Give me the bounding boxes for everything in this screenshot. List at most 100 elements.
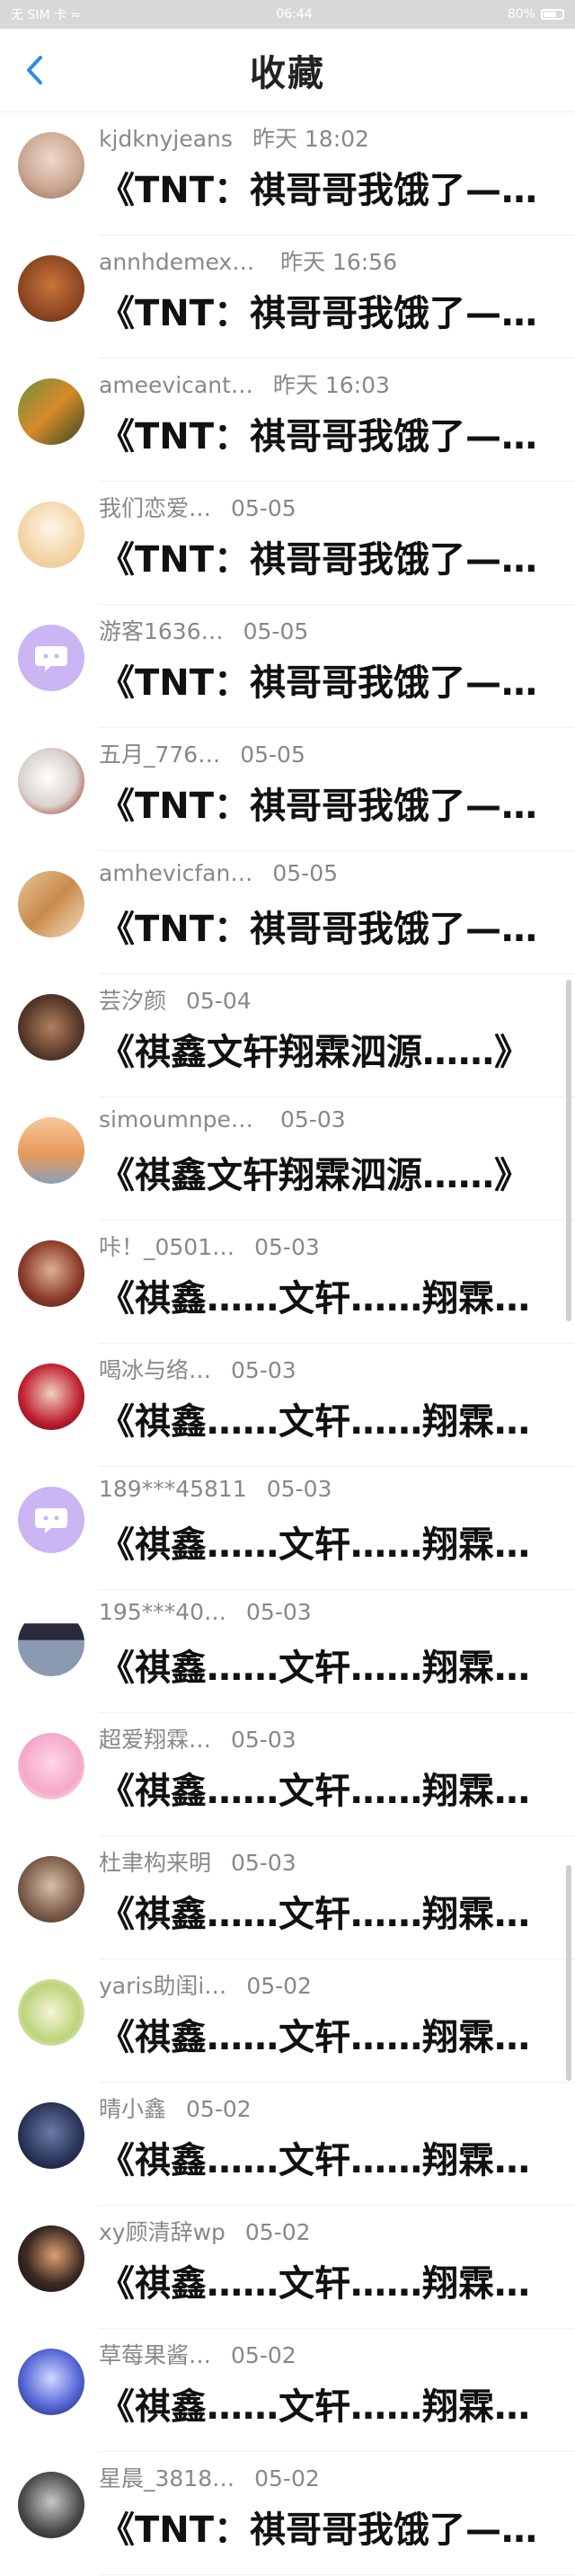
list-item[interactable]: amhevicfan… 05-05 《TNT：祺哥哥我饿了——d… xyxy=(0,851,575,974)
avatar[interactable] xyxy=(18,132,84,199)
avatar[interactable] xyxy=(18,1117,84,1184)
user-name[interactable]: amhevicfan… xyxy=(99,860,252,886)
list-item[interactable]: 189***45811 05-03 《祺鑫……文轩……翔霖…… xyxy=(0,1467,575,1590)
item-content[interactable]: 《祺鑫文轩翔霖泗源……》 xyxy=(99,1023,561,1075)
list-item[interactable]: ameevicant… 昨天 16:03 《TNT：祺哥哥我饿了——d… xyxy=(0,359,575,482)
item-content[interactable]: 《TNT：祺哥哥我饿了——d… xyxy=(99,161,561,213)
user-name[interactable]: 星晨_3818… xyxy=(99,2461,234,2493)
status-bar: 无 SIM 卡 ≈ 06:44 80% xyxy=(0,0,575,29)
item-time: 05-05 xyxy=(240,742,305,768)
item-content[interactable]: 《祺鑫……文轩……翔霖…… xyxy=(99,1515,561,1568)
user-name[interactable]: 芸汐颜 xyxy=(99,983,166,1016)
list-item[interactable]: 咔！_0501… 05-03 《祺鑫……文轩……翔霖…… xyxy=(0,1221,575,1344)
item-meta: 杜聿构来明 05-03 xyxy=(99,1845,296,1878)
user-name[interactable]: 195***40… xyxy=(99,1599,226,1625)
list-item[interactable]: 喝冰与络… 05-03 《祺鑫……文轩……翔霖…… xyxy=(0,1344,575,1467)
list-item[interactable]: 草莓果酱… 05-02 《祺鑫……文轩……翔霖…… xyxy=(0,2329,575,2452)
item-content[interactable]: 《TNT：祺哥哥我饿了——d… xyxy=(99,777,561,829)
avatar[interactable] xyxy=(18,1610,84,1676)
item-content[interactable]: 《祺鑫……文轩……翔霖…… xyxy=(99,1885,561,1937)
user-name[interactable]: 五月_776… xyxy=(99,737,220,769)
item-content[interactable]: 《TNT：祺哥哥我饿了——d… xyxy=(99,2500,561,2553)
item-meta: 喝冰与络… 05-03 xyxy=(99,1353,296,1385)
item-content[interactable]: 《TNT：祺哥哥我饿了——d… xyxy=(99,530,561,582)
list-item[interactable]: 晴小鑫 05-02 《祺鑫……文轩……翔霖…… xyxy=(0,2083,575,2206)
user-name[interactable]: yaris助闺i… xyxy=(99,1968,226,2001)
avatar[interactable] xyxy=(18,1856,84,1923)
user-name[interactable]: ameevicant… xyxy=(99,372,253,398)
user-name[interactable]: 189***45811 xyxy=(99,1476,247,1502)
item-content[interactable]: 《祺鑫文轩翔霖泗源……》 xyxy=(99,1146,561,1198)
list-item[interactable]: 我们恋爱… 05-05 《TNT：祺哥哥我饿了——d… xyxy=(0,482,575,605)
avatar[interactable] xyxy=(18,625,84,691)
item-content[interactable]: 《祺鑫……文轩……翔霖…… xyxy=(99,1639,561,1691)
user-name[interactable]: 游客1636… xyxy=(99,614,224,646)
item-meta: 咔！_0501… 05-03 xyxy=(99,1230,320,1262)
user-name[interactable]: xy顾清辞wp xyxy=(99,2215,226,2247)
list-item[interactable]: 游客1636… 05-05 《TNT：祺哥哥我饿了——d… xyxy=(0,605,575,728)
list-item[interactable]: kjdknyjeans 昨天 18:02 《TNT：祺哥哥我饿了——d… xyxy=(0,112,575,235)
user-name[interactable]: simoumnpee… xyxy=(99,1106,261,1133)
list-item[interactable]: 五月_776… 05-05 《TNT：祺哥哥我饿了——d… xyxy=(0,728,575,851)
scrollbar[interactable] xyxy=(566,980,571,1321)
battery-icon xyxy=(540,9,564,20)
user-name[interactable]: 我们恋爱… xyxy=(99,491,211,523)
list-item[interactable]: 195***40… 05-03 《祺鑫……文轩……翔霖…… xyxy=(0,1590,575,1713)
user-name[interactable]: kjdknyjeans xyxy=(99,126,233,152)
item-content[interactable]: 《祺鑫……文轩……翔霖…… xyxy=(99,2131,561,2183)
item-meta: 超爱翔霖… 05-03 xyxy=(99,1722,296,1754)
user-name[interactable]: annhdemexu… xyxy=(99,249,261,275)
page-title: 收藏 xyxy=(250,53,325,94)
item-content[interactable]: 《祺鑫……文轩……翔霖…… xyxy=(99,2377,561,2429)
list-item[interactable]: 星晨_3818… 05-02 《TNT：祺哥哥我饿了——d… xyxy=(0,2452,575,2575)
avatar[interactable] xyxy=(18,748,84,814)
user-name[interactable]: 超爱翔霖… xyxy=(99,1722,211,1754)
item-content[interactable]: 《祺鑫……文轩……翔霖…… xyxy=(99,2008,561,2060)
item-meta: annhdemexu… 昨天 16:56 xyxy=(99,244,397,277)
avatar[interactable] xyxy=(18,1733,84,1799)
avatar[interactable] xyxy=(18,2349,84,2415)
avatar[interactable] xyxy=(18,378,84,445)
carrier-text: 无 SIM 卡 ≈ xyxy=(11,8,82,22)
item-content[interactable]: 《祺鑫……文轩……翔霖…… xyxy=(99,1269,561,1321)
avatar[interactable] xyxy=(18,1487,84,1553)
item-content[interactable]: 《TNT：祺哥哥我饿了——d… xyxy=(99,900,561,952)
list-item[interactable]: xy顾清辞wp 05-02 《祺鑫……文轩……翔霖…… xyxy=(0,2206,575,2329)
avatar[interactable] xyxy=(18,2102,84,2169)
user-name[interactable]: 喝冰与络… xyxy=(99,1353,211,1385)
avatar[interactable] xyxy=(18,502,84,568)
item-meta: yaris助闺i… 05-02 xyxy=(99,1968,312,2001)
user-name[interactable]: 杜聿构来明 xyxy=(99,1845,211,1878)
user-name[interactable]: 草莓果酱… xyxy=(99,2338,211,2370)
item-content[interactable]: 《祺鑫……文轩……翔霖…… xyxy=(99,1762,561,1814)
item-time: 05-05 xyxy=(272,860,339,886)
back-button[interactable] xyxy=(16,52,52,88)
item-content[interactable]: 《TNT：祺哥哥我饿了——d… xyxy=(99,407,561,459)
avatar[interactable] xyxy=(18,1364,84,1430)
list-item[interactable]: yaris助闺i… 05-02 《祺鑫……文轩……翔霖…… xyxy=(0,1959,575,2083)
favorites-list[interactable]: kjdknyjeans 昨天 18:02 《TNT：祺哥哥我饿了——d… annhde… xyxy=(0,112,575,2575)
avatar[interactable] xyxy=(18,871,84,937)
avatar[interactable] xyxy=(18,1240,84,1307)
scrollbar-secondary[interactable] xyxy=(566,1865,571,2081)
avatar[interactable] xyxy=(18,255,84,322)
avatar[interactable] xyxy=(18,994,84,1061)
status-left: 无 SIM 卡 ≈ xyxy=(11,5,81,23)
list-item[interactable]: 芸汐颜 05-04 《祺鑫文轩翔霖泗源……》 xyxy=(0,974,575,1097)
list-item[interactable]: annhdemexu… 昨天 16:56 《TNT：祺哥哥我饿了——d… xyxy=(0,235,575,359)
user-name[interactable]: 晴小鑫 xyxy=(99,2092,166,2124)
item-content[interactable]: 《祺鑫……文轩……翔霖…… xyxy=(99,1392,561,1444)
avatar[interactable] xyxy=(18,2225,84,2292)
list-item[interactable]: simoumnpee… 05-03 《祺鑫文轩翔霖泗源……》 xyxy=(0,1097,575,1221)
chat-bubble-icon xyxy=(35,646,67,671)
avatar[interactable] xyxy=(18,1979,84,2046)
user-name[interactable]: 咔！_0501… xyxy=(99,1230,234,1262)
item-content[interactable]: 《祺鑫……文轩……翔霖…… xyxy=(99,2254,561,2306)
avatar[interactable] xyxy=(18,2472,84,2538)
item-meta: 189***45811 05-03 xyxy=(99,1476,332,1502)
item-time: 05-03 xyxy=(266,1476,332,1502)
item-content[interactable]: 《TNT：祺哥哥我饿了——d… xyxy=(99,653,561,706)
list-item[interactable]: 超爱翔霖… 05-03 《祺鑫……文轩……翔霖…… xyxy=(0,1713,575,1836)
list-item[interactable]: 杜聿构来明 05-03 《祺鑫……文轩……翔霖…… xyxy=(0,1836,575,1959)
item-content[interactable]: 《TNT：祺哥哥我饿了——d… xyxy=(99,284,561,336)
